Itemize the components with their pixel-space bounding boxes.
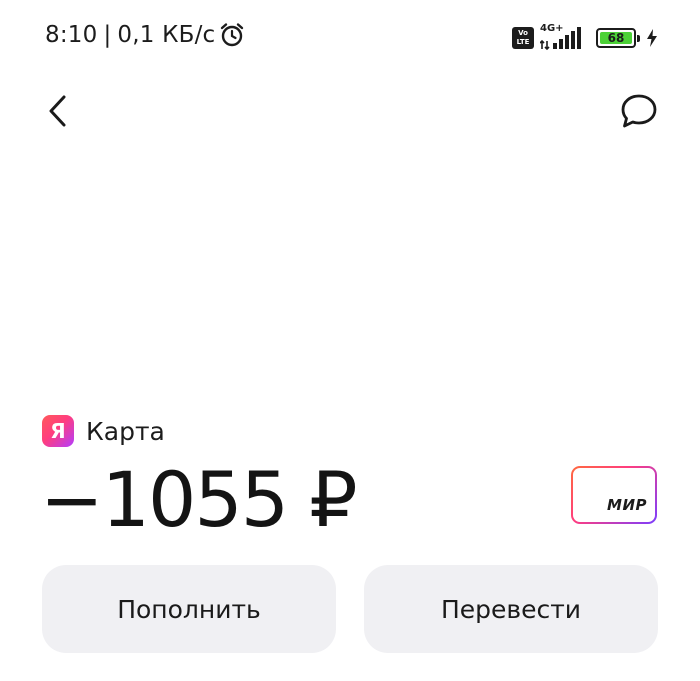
account-name: Карта	[86, 416, 165, 446]
status-left-group: 8:10 | 0,1 КБ/с	[45, 22, 245, 48]
back-button[interactable]	[36, 88, 80, 138]
chat-bubble-icon	[620, 93, 658, 133]
signal-icon: 4G+	[540, 23, 586, 51]
volte-top-text: Vo	[518, 29, 528, 37]
transfer-button[interactable]: Перевести	[364, 565, 658, 653]
chevron-left-icon	[47, 94, 69, 132]
volte-bottom-text: LTE	[516, 38, 530, 46]
battery-icon: 68	[596, 28, 640, 48]
status-right-group: Vo LTE 4G+ 68	[512, 23, 658, 51]
card-brand-logo: МИР	[607, 496, 647, 514]
alarm-icon	[219, 22, 245, 48]
account-label-row: Я Карта	[42, 415, 165, 447]
logo-letter: Я	[50, 419, 66, 443]
battery-level: 68	[600, 31, 632, 45]
card-thumbnail[interactable]: МИР	[571, 466, 657, 524]
battery-tip	[637, 35, 640, 42]
clock: 8:10	[45, 22, 98, 48]
status-separator: |	[103, 22, 112, 48]
chat-button[interactable]	[614, 88, 664, 138]
yandex-logo-icon: Я	[42, 415, 74, 447]
action-buttons: Пополнить Перевести	[42, 565, 658, 653]
top-up-button[interactable]: Пополнить	[42, 565, 336, 653]
network-speed: 0,1 КБ/с	[117, 22, 216, 48]
account-balance: −1055 ₽	[40, 455, 358, 544]
volte-icon: Vo LTE	[512, 27, 534, 49]
status-bar: 8:10 | 0,1 КБ/с Vo LTE 4G+ 68	[0, 0, 700, 78]
charging-bolt-icon	[646, 29, 658, 47]
